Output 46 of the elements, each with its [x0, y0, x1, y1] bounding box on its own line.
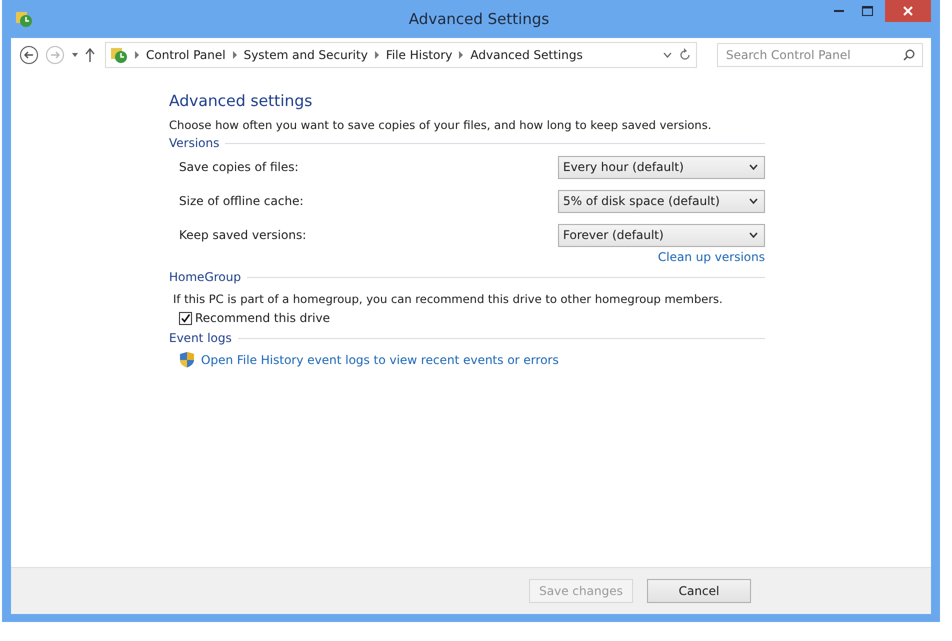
caret-icon	[749, 198, 758, 204]
address-bar[interactable]: Control Panel System and Security File History Advanced Settings	[105, 42, 697, 68]
file-history-icon	[15, 10, 33, 28]
dropdown[interactable]: 5% of disk space (default)	[558, 190, 765, 212]
caret-icon	[749, 164, 758, 170]
maximize-icon	[862, 6, 872, 16]
dropdown[interactable]: Forever (default)	[558, 224, 765, 246]
window-title: Advanced Settings	[408, 10, 550, 28]
dropdown[interactable]: Every hour (default)	[558, 156, 765, 178]
breadcrumb-item[interactable]: Advanced Settings	[470, 48, 583, 62]
search-field[interactable]: Search Control Panel	[717, 43, 923, 67]
breadcrumb-item[interactable]: Control Panel	[146, 48, 226, 62]
minimize-icon	[834, 10, 844, 12]
close-button[interactable]	[885, 0, 931, 22]
setting-label: Keep saved versions:	[179, 228, 306, 242]
breadcrumb-item[interactable]: File History	[386, 48, 452, 62]
up-button[interactable]	[85, 48, 95, 62]
chevron-icon	[232, 51, 238, 59]
back-button[interactable]	[19, 45, 39, 65]
section-title: Event logs	[169, 331, 232, 345]
chevron-icon	[374, 51, 380, 59]
chevron-icon	[458, 51, 464, 59]
section-title: HomeGroup	[169, 270, 241, 284]
up-arrow-icon	[85, 48, 95, 62]
search-icon	[903, 49, 915, 61]
checkbox[interactable]	[179, 312, 192, 324]
caret-icon	[71, 52, 79, 58]
description-text: Choose how often you want to save copies of your files, and how long to keep saved versions.	[169, 118, 712, 132]
caret-icon	[749, 232, 758, 238]
setting-label: Size of offline cache:	[179, 194, 304, 208]
section-title: Versions	[169, 136, 220, 150]
shield-icon	[179, 351, 195, 368]
file-history-icon	[110, 46, 128, 64]
setting-label: Save copies of files:	[179, 160, 299, 174]
event-logs-link[interactable]: Open File History event logs to view recent events or errors	[201, 352, 559, 366]
recent-dropdown[interactable]	[71, 52, 79, 58]
homegroup-text: If this PC is part of a homegroup, you can recommend this drive to other homegroup members.	[172, 292, 724, 306]
chevron-icon	[134, 51, 140, 59]
page-heading: Advanced settings	[169, 92, 314, 110]
checkbox-label[interactable]: Recommend this drive	[195, 311, 330, 325]
breadcrumb-item[interactable]: System and Security	[244, 48, 368, 62]
refresh-icon	[678, 48, 692, 62]
clean-up-link[interactable]: Clean up versions	[658, 250, 765, 264]
dropdown-chevron-icon	[663, 52, 672, 58]
close-icon	[903, 6, 913, 16]
cancel-button[interactable]: Cancel	[647, 579, 751, 603]
